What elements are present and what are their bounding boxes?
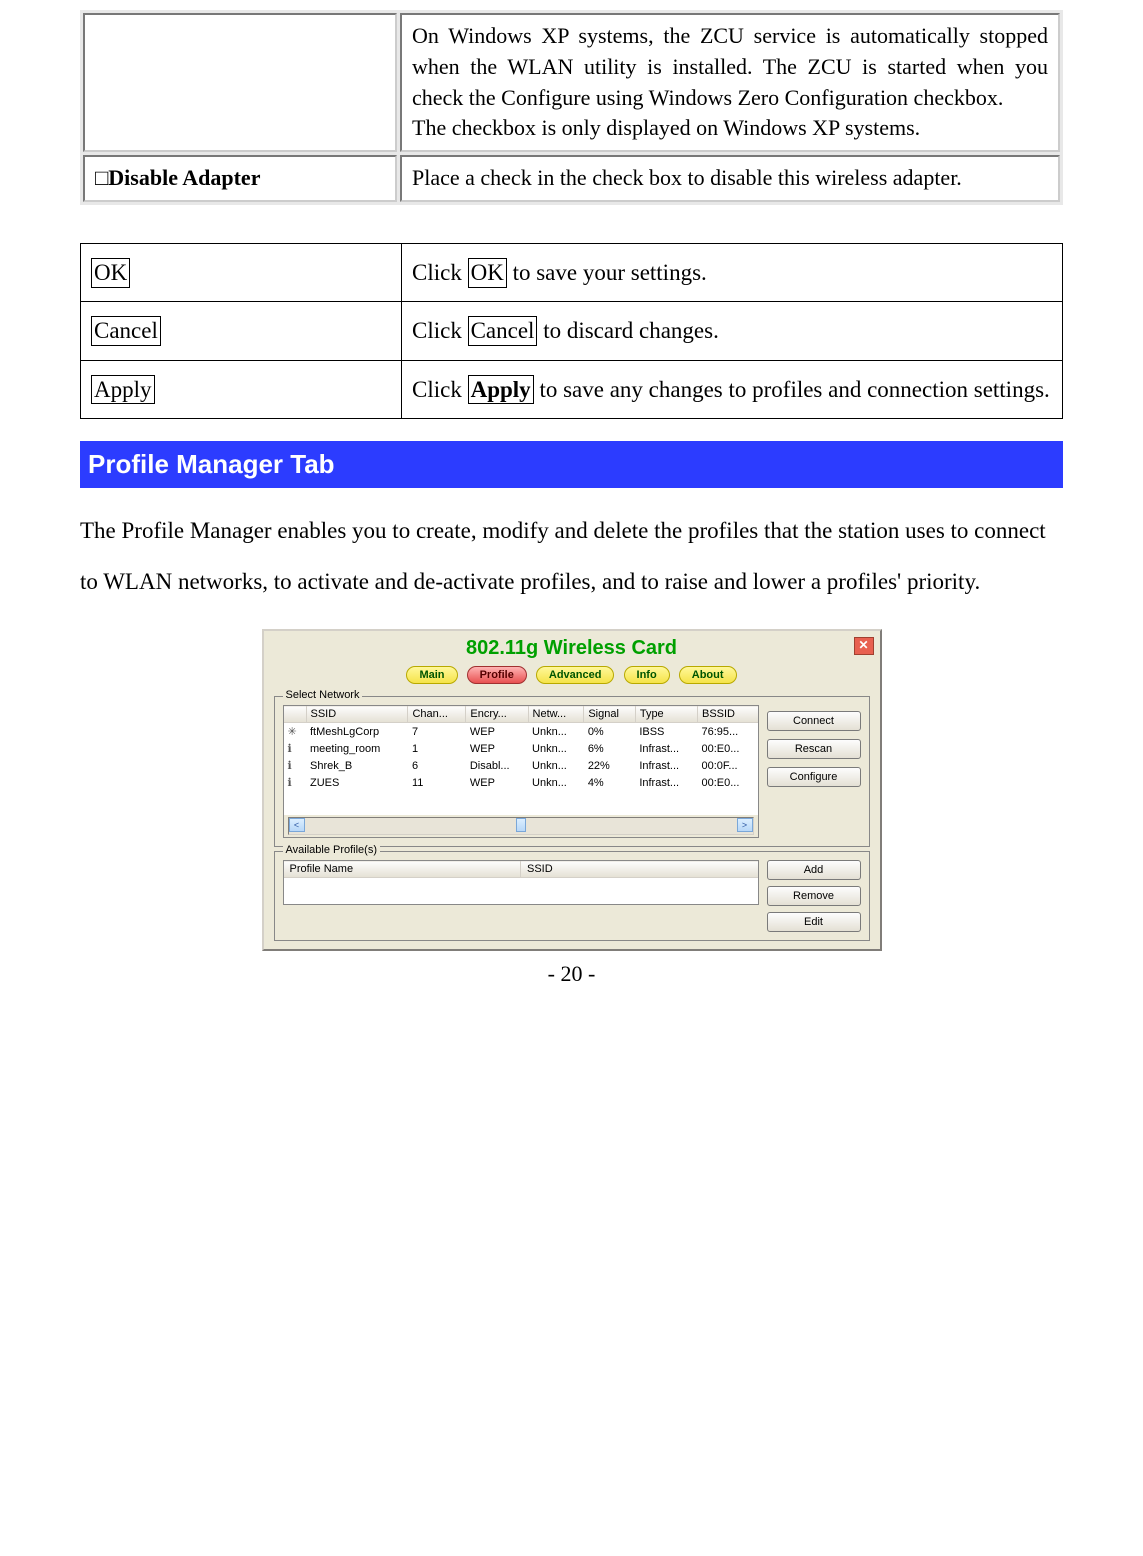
- cancel-label-box: Cancel: [91, 316, 161, 346]
- col-ssid[interactable]: SSID: [306, 706, 408, 723]
- apply-label-box: Apply: [91, 375, 155, 405]
- table-row[interactable]: ✳ ftMeshLgCorp 7 WEP Unkn... 0% IBSS 76:…: [283, 723, 758, 741]
- col-chan[interactable]: Chan...: [408, 706, 466, 723]
- scroll-right-icon[interactable]: >: [737, 818, 753, 832]
- zcu-para-1: On Windows XP systems, the ZCU service i…: [412, 21, 1048, 113]
- body-paragraph: The Profile Manager enables you to creat…: [80, 506, 1063, 607]
- cancel-cell-left: Cancel: [81, 302, 402, 360]
- disable-adapter-label: □Disable Adapter: [83, 155, 397, 202]
- table-row[interactable]: ℹ Shrek_B 6 Disabl... Unkn... 22% Infras…: [283, 757, 758, 774]
- select-network-group: Select Network SSID Chan... Encry... Net…: [274, 696, 870, 847]
- ok-inline-box: OK: [468, 258, 507, 288]
- tab-info[interactable]: Info: [624, 666, 670, 684]
- cancel-inline-box: Cancel: [468, 316, 538, 346]
- zcu-left-cell: [83, 13, 397, 152]
- col-type[interactable]: Type: [635, 706, 697, 723]
- network-icon: ✳: [283, 723, 306, 741]
- tab-advanced[interactable]: Advanced: [536, 666, 615, 684]
- cancel-desc-b: to discard changes.: [537, 318, 718, 343]
- scroll-thumb[interactable]: [516, 818, 526, 832]
- network-list[interactable]: SSID Chan... Encry... Netw... Signal Typ…: [283, 705, 759, 838]
- profile-header-row: Profile Name SSID: [283, 861, 758, 878]
- ok-label-box: OK: [91, 258, 130, 288]
- horizontal-scrollbar[interactable]: < >: [283, 815, 758, 838]
- apply-desc-b: to save any changes to profiles and conn…: [534, 377, 1050, 402]
- rescan-button[interactable]: Rescan: [767, 739, 861, 759]
- table-row[interactable]: ℹ ZUES 11 WEP Unkn... 4% Infrast... 00:E…: [283, 774, 758, 791]
- edit-button[interactable]: Edit: [767, 912, 861, 932]
- zcu-right-cell: On Windows XP systems, the ZCU service i…: [400, 13, 1060, 152]
- ok-desc-b: to save your settings.: [507, 260, 707, 285]
- available-profiles-legend: Available Profile(s): [283, 844, 381, 856]
- tab-about[interactable]: About: [679, 666, 737, 684]
- apply-desc-a: Click: [412, 377, 468, 402]
- connect-button[interactable]: Connect: [767, 711, 861, 731]
- network-header-row: SSID Chan... Encry... Netw... Signal Typ…: [283, 706, 758, 723]
- add-button[interactable]: Add: [767, 860, 861, 880]
- col-signal[interactable]: Signal: [584, 706, 636, 723]
- apply-inline-box: Apply: [468, 375, 534, 405]
- col-bssid[interactable]: BSSID: [697, 706, 758, 723]
- remove-button[interactable]: Remove: [767, 886, 861, 906]
- scroll-left-icon[interactable]: <: [289, 818, 305, 832]
- disable-adapter-desc: Place a check in the check box to disabl…: [400, 155, 1060, 202]
- buttons-table: OK Click OK to save your settings. Cance…: [80, 243, 1063, 419]
- col-profile-ssid[interactable]: SSID: [521, 861, 759, 878]
- profile-list[interactable]: Profile Name SSID: [283, 860, 759, 905]
- ok-cell-left: OK: [81, 243, 402, 301]
- section-heading: Profile Manager Tab: [80, 441, 1063, 488]
- configure-button[interactable]: Configure: [767, 767, 861, 787]
- col-profile-name[interactable]: Profile Name: [283, 861, 521, 878]
- close-icon[interactable]: ✕: [854, 637, 874, 655]
- apply-cell-right: Click Apply to save any changes to profi…: [402, 360, 1063, 418]
- table-row[interactable]: ℹ meeting_room 1 WEP Unkn... 6% Infrast.…: [283, 740, 758, 757]
- apply-cell-left: Apply: [81, 360, 402, 418]
- select-network-legend: Select Network: [283, 689, 363, 701]
- ok-cell-right: Click OK to save your settings.: [402, 243, 1063, 301]
- col-netw[interactable]: Netw...: [528, 706, 584, 723]
- zcu-table: On Windows XP systems, the ZCU service i…: [80, 10, 1063, 205]
- app-header: 802.11g Wireless Card ✕: [264, 631, 880, 662]
- col-encry[interactable]: Encry...: [466, 706, 528, 723]
- cancel-cell-right: Click Cancel to discard changes.: [402, 302, 1063, 360]
- network-icon: ℹ: [283, 757, 306, 774]
- page-number: - 20 -: [80, 961, 1063, 987]
- tab-profile[interactable]: Profile: [467, 666, 527, 684]
- ok-desc-a: Click: [412, 260, 468, 285]
- app-title: 802.11g Wireless Card: [466, 637, 677, 659]
- zcu-para-2: The checkbox is only displayed on Window…: [412, 113, 1048, 144]
- network-icon: ℹ: [283, 740, 306, 757]
- tab-main[interactable]: Main: [406, 666, 457, 684]
- app-window: 802.11g Wireless Card ✕ Main Profile Adv…: [262, 629, 882, 951]
- available-profiles-group: Available Profile(s) Profile Name SSID A…: [274, 851, 870, 941]
- tab-bar: Main Profile Advanced Info About: [264, 662, 880, 692]
- network-icon: ℹ: [283, 774, 306, 791]
- cancel-desc-a: Click: [412, 318, 468, 343]
